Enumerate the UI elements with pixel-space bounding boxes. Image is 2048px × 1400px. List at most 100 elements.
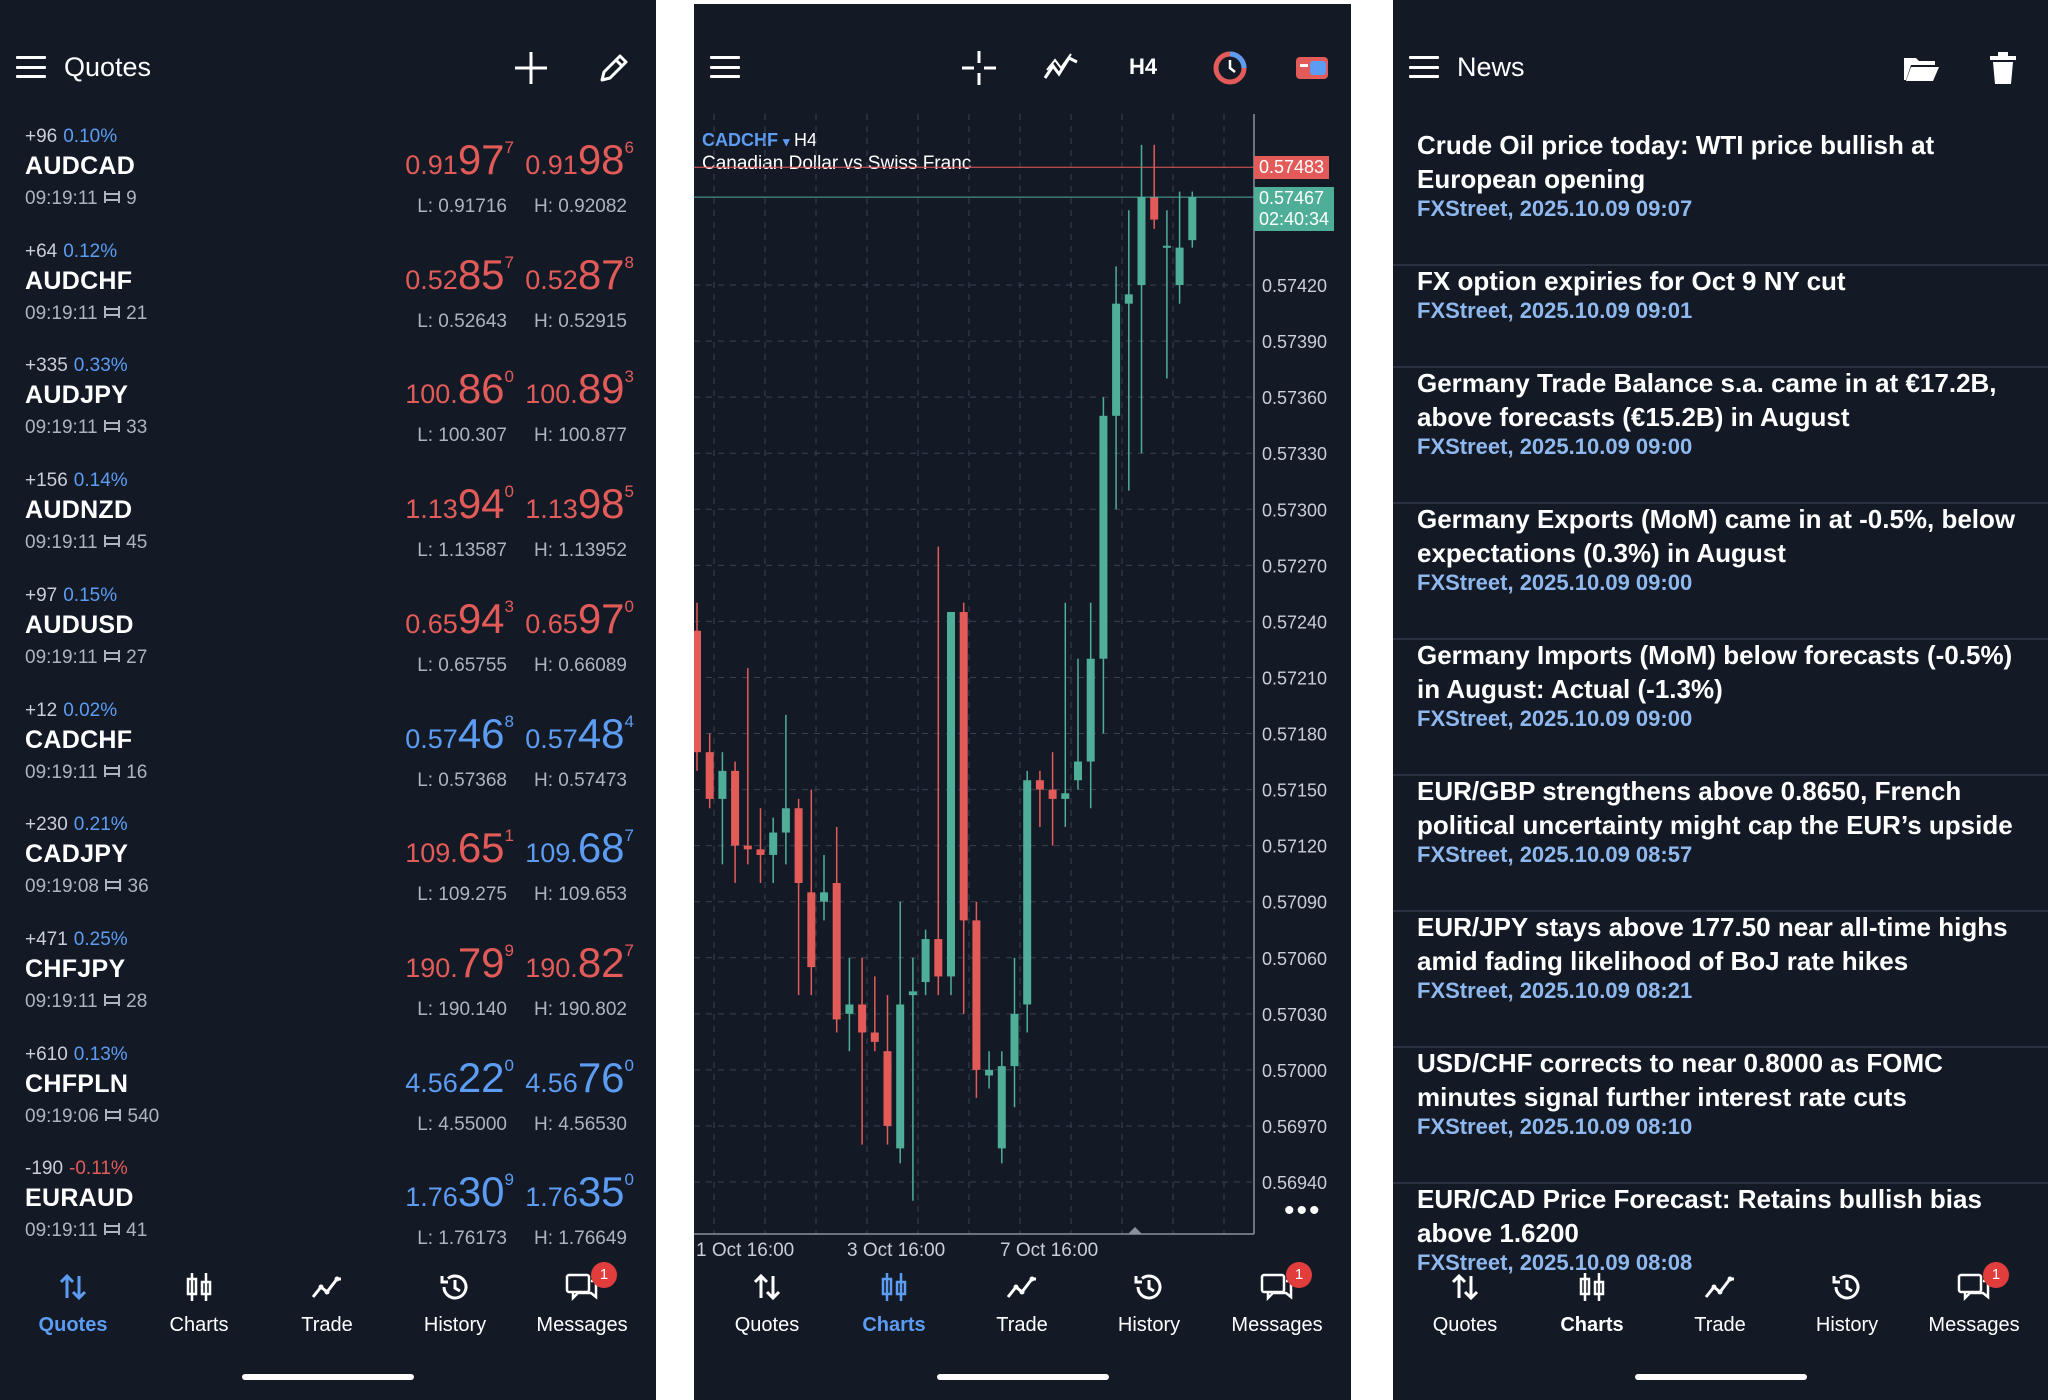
news-source-date: FXStreet, 2025.10.09 09:00: [1417, 570, 1693, 595]
nav-charts[interactable]: Charts: [1537, 1270, 1647, 1337]
quote-row[interactable]: +97 0.15% AUDUSD 09:19:11 27 0.65943 0.65970 L…: [0, 585, 656, 700]
news-item[interactable]: EUR/JPY stays above 177.50 near all-time…: [1393, 910, 2048, 1048]
quote-spread: 9: [126, 188, 137, 209]
nav-trade[interactable]: Trade: [1665, 1270, 1775, 1337]
spread-icon: [103, 535, 120, 548]
quote-time: 09:19:11 21: [25, 303, 147, 325]
history-clock-icon: [440, 1274, 468, 1300]
x-tick-label: 3 Oct 16:00: [847, 1240, 945, 1261]
news-source-date: FXStreet, 2025.10.09 09:00: [1417, 706, 1693, 731]
nav-quotes-label: Quotes: [38, 1314, 108, 1336]
quote-timestamp: 09:19:11: [25, 417, 98, 439]
candle-body: [972, 920, 981, 1070]
quote-high: H: 190.802: [534, 998, 627, 1020]
nav-history[interactable]: History: [1792, 1270, 1902, 1337]
nav-quotes[interactable]: Quotes: [18, 1270, 128, 1337]
quote-row[interactable]: +12 0.02% CADCHF 09:19:11 16 0.57468 0.57484 L…: [0, 700, 656, 815]
news-source-date: FXStreet, 2025.10.09 08:10: [1417, 1114, 1693, 1139]
ask-price-pips: 89: [577, 365, 625, 413]
bid-price-pips: 22: [457, 1053, 505, 1101]
news-headline: EUR/CAD Price Forecast: Retains bullish …: [1417, 1184, 1982, 1248]
quote-spread: 540: [127, 1105, 160, 1127]
quote-symbol: CADCHF: [25, 725, 133, 754]
ask-price: 0.91986: [525, 136, 634, 184]
page-title: News: [1457, 52, 1525, 82]
nav-history-label: History: [423, 1314, 487, 1336]
plus-icon[interactable]: [511, 48, 551, 88]
ask-price: 0.57484: [525, 710, 634, 758]
history-clock-icon: [1832, 1274, 1860, 1300]
quote-change: +97 0.15%: [25, 585, 117, 607]
news-item[interactable]: Crude Oil price today: WTI price bullish…: [1393, 128, 2048, 266]
quote-percent: 0.02%: [63, 699, 118, 721]
pencil-icon[interactable]: [594, 48, 634, 88]
news-item[interactable]: FX option expiries for Oct 9 NY cut FXStr…: [1393, 264, 2048, 368]
bid-price-fraction: 0: [504, 367, 514, 387]
quote-row[interactable]: +64 0.12% AUDCHF 09:19:11 21 0.52857 0.52878 L…: [0, 241, 656, 356]
folder-icon[interactable]: [1901, 48, 1941, 88]
nav-trade[interactable]: Trade: [272, 1270, 382, 1337]
ask-price-fraction: 7: [624, 826, 634, 846]
quote-time: 09:19:11 41: [25, 1220, 147, 1242]
y-tick-label: 0.57210: [1262, 668, 1327, 688]
candle-body: [1188, 197, 1197, 241]
bid-price-pips: 86: [457, 365, 505, 413]
nav-messages[interactable]: 1 Messages: [527, 1262, 637, 1337]
quote-time: 09:19:11 45: [25, 532, 147, 554]
ask-price: 1.76350: [525, 1168, 634, 1216]
news-source-date: FXStreet, 2025.10.09 09:00: [1417, 434, 1693, 459]
nav-trade[interactable]: Trade: [967, 1270, 1077, 1337]
nav-charts[interactable]: Charts: [144, 1270, 254, 1337]
news-item[interactable]: EUR/GBP strengthens above 0.8650, French…: [1393, 774, 2048, 912]
quote-time: 09:19:11 16: [25, 762, 147, 784]
news-item[interactable]: USD/CHF corrects to near 0.8000 as FOMC …: [1393, 1046, 2048, 1184]
nav-messages-label: Messages: [1928, 1314, 2020, 1336]
candlestick-chart[interactable]: 0.57420 0.57390 0.57360 0.57330 0.57300 0.572…: [694, 4, 1351, 1264]
news-source-date: FXStreet, 2025.10.09 09:07: [1417, 196, 1693, 221]
quote-points: +471: [25, 928, 68, 950]
nav-history[interactable]: History: [1094, 1270, 1204, 1337]
candles-icon: [881, 1273, 907, 1301]
menu-icon[interactable]: [1409, 56, 1439, 78]
nav-charts[interactable]: Charts: [839, 1270, 949, 1337]
nav-trade-label: Trade: [1694, 1314, 1746, 1336]
ask-price-pips: 97: [577, 594, 625, 642]
spread-icon: [103, 1223, 120, 1236]
y-tick-label: 0.57300: [1262, 500, 1327, 520]
more-options-icon[interactable]: •••: [1284, 1194, 1322, 1228]
candles-icon: [186, 1273, 212, 1301]
quote-row[interactable]: +156 0.14% AUDNZD 09:19:11 45 1.13940 1.13985…: [0, 470, 656, 585]
quote-row[interactable]: -190 -0.11% EURAUD 09:19:11 41 1.76309 1.7635…: [0, 1158, 656, 1273]
quote-row[interactable]: +335 0.33% AUDJPY 09:19:11 33 100.860 100.893…: [0, 355, 656, 470]
candle-body: [1162, 245, 1171, 248]
quote-change: +12 0.02%: [25, 700, 117, 722]
bid-price-pips: 97: [457, 136, 505, 183]
nav-history[interactable]: History: [400, 1270, 510, 1337]
candle-body: [1086, 658, 1095, 762]
news-item[interactable]: Germany Exports (MoM) came in at -0.5%, …: [1393, 502, 2048, 640]
quote-row[interactable]: +96 0.10% AUDCAD 09:19:11 9 0.91977 0.91986 L:…: [0, 126, 656, 241]
bid-price-prefix: 0.91: [405, 150, 458, 180]
candle-body: [921, 939, 930, 983]
news-item[interactable]: Germany Trade Balance s.a. came in at €1…: [1393, 366, 2048, 504]
menu-icon[interactable]: [16, 56, 46, 78]
quote-row[interactable]: +471 0.25% CHFJPY 09:19:11 28 190.799 190.827…: [0, 929, 656, 1044]
quote-row[interactable]: +610 0.13% CHFPLN 09:19:06 540 4.56220 4.5676…: [0, 1044, 656, 1159]
chart-screen: H4 CADCHF ▾ H4 Canadian Dollar vs Swiss …: [694, 4, 1351, 1400]
ask-price-pips: 48: [577, 709, 625, 757]
bottom-navigation: Quotes Charts Trade History 1 Messages: [1393, 1262, 2048, 1350]
ask-price-fraction: 4: [624, 711, 634, 731]
quote-timestamp: 09:19:08: [25, 876, 99, 898]
quote-high: H: 0.52915: [534, 310, 627, 332]
ask-price-fraction: 5: [624, 482, 634, 502]
quote-row[interactable]: +230 0.21% CADJPY 09:19:08 36 109.651 109.687…: [0, 814, 656, 929]
nav-quotes[interactable]: Quotes: [1410, 1270, 1520, 1337]
news-item[interactable]: Germany Imports (MoM) below forecasts (-…: [1393, 638, 2048, 776]
y-tick-label: 0.57330: [1262, 444, 1327, 464]
nav-messages[interactable]: 1 Messages: [1919, 1262, 2029, 1337]
home-indicator: [936, 1374, 1109, 1380]
nav-quotes[interactable]: Quotes: [712, 1270, 822, 1337]
quote-symbol: AUDJPY: [25, 381, 129, 410]
nav-messages[interactable]: 1 Messages: [1222, 1262, 1332, 1337]
trash-icon[interactable]: [1983, 48, 2023, 88]
